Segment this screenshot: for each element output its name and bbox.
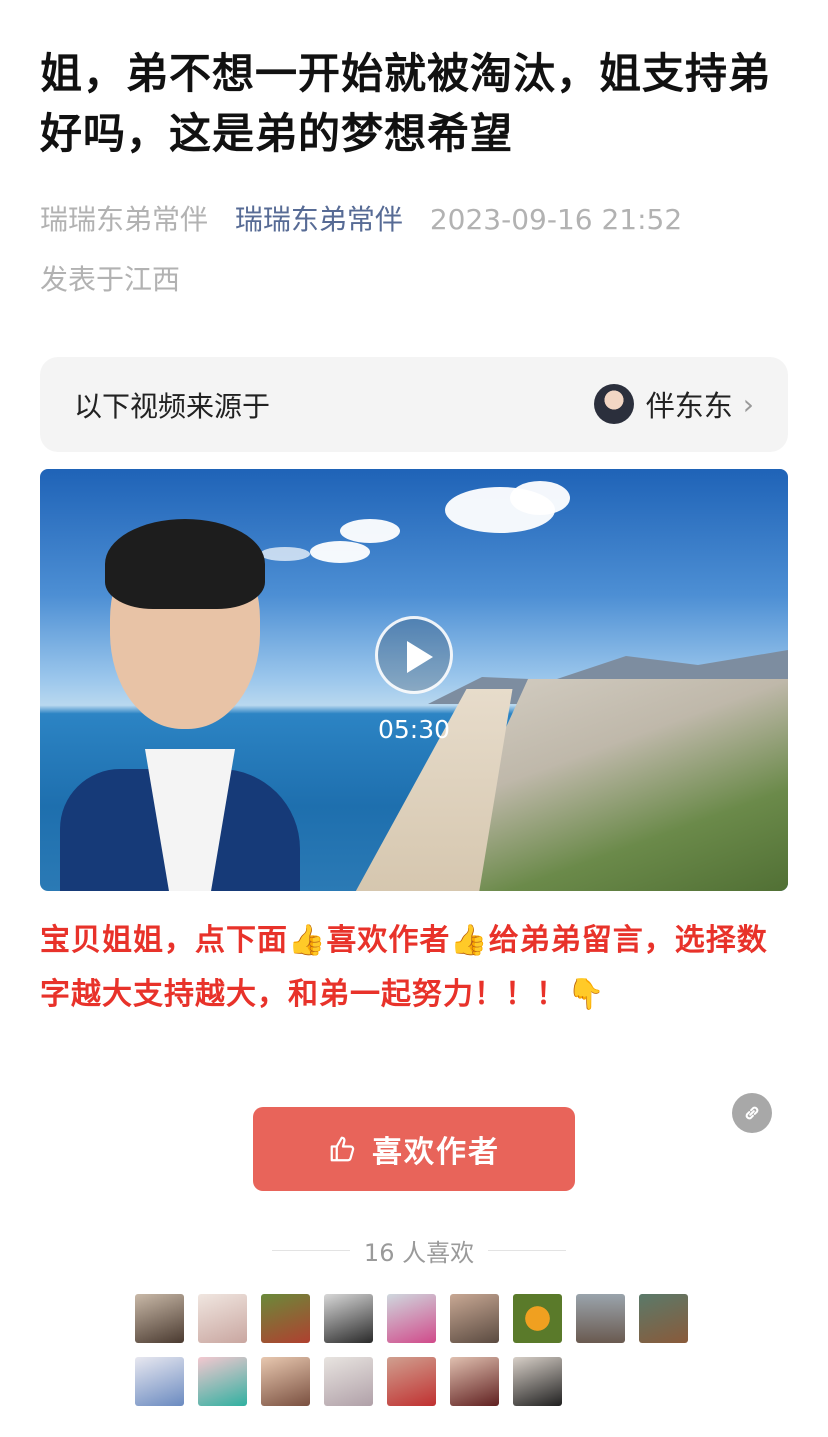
video-source-channel[interactable]: 伴东东 ›	[593, 383, 754, 425]
cloud-decoration	[510, 481, 570, 515]
play-icon[interactable]	[375, 616, 453, 694]
video-source-label: 以下视频来源于	[74, 390, 271, 423]
likes-count-text: 16 人喜欢	[363, 1238, 475, 1267]
publish-datetime: 2023-09-16 21:52	[429, 203, 683, 236]
channel-avatar	[593, 384, 634, 424]
liker-avatar[interactable]	[198, 1357, 247, 1406]
liker-avatar[interactable]	[261, 1294, 310, 1343]
publish-location: 发表于江西	[40, 263, 181, 296]
chevron-right-icon: ›	[742, 387, 754, 421]
likes-count: 16 人喜欢	[258, 1232, 580, 1268]
liker-avatar[interactable]	[513, 1357, 562, 1406]
cloud-decoration	[340, 519, 400, 543]
liker-avatar[interactable]	[387, 1357, 436, 1406]
liker-avatar[interactable]	[513, 1294, 562, 1343]
liker-avatar[interactable]	[576, 1294, 625, 1343]
article-meta: 瑞瑞东弟常伴 瑞瑞东弟常伴 2023-09-16 21:52 发表于江西	[40, 190, 800, 310]
liker-avatar[interactable]	[261, 1357, 310, 1406]
like-author-label: 喜欢作者	[372, 1135, 500, 1170]
liker-avatar[interactable]	[198, 1294, 247, 1343]
like-author-button[interactable]: 喜欢作者	[253, 1107, 575, 1191]
liker-avatar[interactable]	[324, 1294, 373, 1343]
liker-avatar[interactable]	[450, 1357, 499, 1406]
video-person	[60, 519, 300, 891]
article-body-text: 宝贝姐姐，点下面👍喜欢作者👍给弟弟留言，选择数字越大支持越大，和弟一起努力！！！…	[40, 923, 768, 1012]
divider	[488, 1249, 567, 1251]
liker-avatar[interactable]	[639, 1294, 688, 1343]
video-source-bar[interactable]: 以下视频来源于 伴东东 ›	[40, 357, 788, 452]
divider	[272, 1249, 350, 1251]
video-duration: 05:30	[377, 715, 451, 744]
liker-avatar[interactable]	[450, 1294, 499, 1343]
thumbs-up-icon	[330, 1136, 355, 1162]
channel-name: 伴东东	[645, 389, 733, 423]
liker-avatar[interactable]	[135, 1294, 184, 1343]
liker-avatar[interactable]	[135, 1357, 184, 1406]
cloud-decoration	[310, 541, 370, 563]
video-player[interactable]: 05:30	[40, 469, 788, 891]
link-icon[interactable]	[732, 1093, 772, 1133]
author-name: 瑞瑞东弟常伴	[40, 203, 209, 236]
liker-avatar[interactable]	[324, 1357, 373, 1406]
account-link[interactable]: 瑞瑞东弟常伴	[235, 203, 403, 236]
article-title: 姐，弟不想一开始就被淘汰，姐支持弟好吗，这是弟的梦想希望	[40, 49, 772, 158]
liker-avatar[interactable]	[387, 1294, 436, 1343]
